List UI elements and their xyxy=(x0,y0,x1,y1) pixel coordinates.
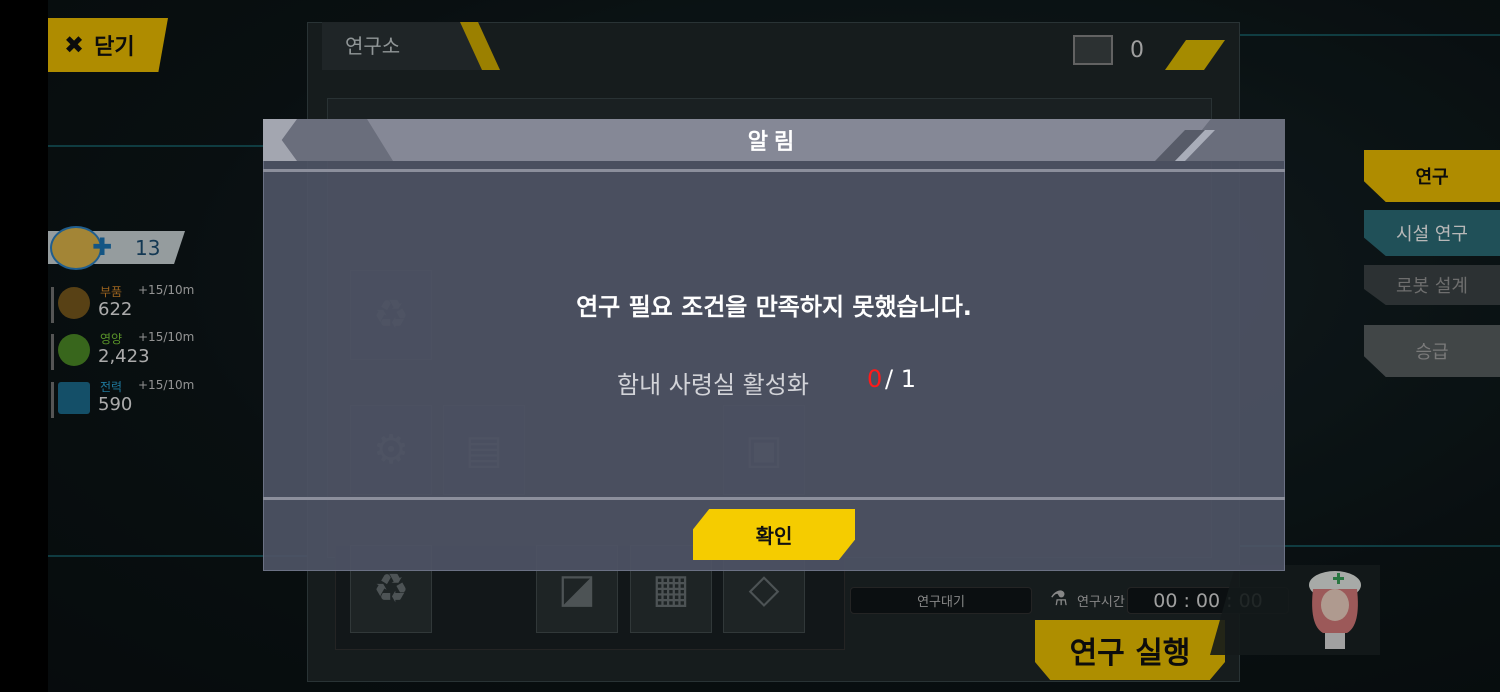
modal-title: 알림 xyxy=(747,130,801,155)
confirm-button[interactable]: 확인 xyxy=(693,509,855,560)
modal-divider xyxy=(263,497,1285,500)
modal-divider xyxy=(263,169,1285,172)
alert-modal xyxy=(263,119,1285,571)
modal-message: 연구 필요 조건을 만족하지 못했습니다. xyxy=(576,293,972,321)
condition-required: / 1 xyxy=(885,365,916,393)
condition-label: 함내 사령실 활성화 xyxy=(617,371,809,399)
condition-current: 0 xyxy=(867,365,883,393)
